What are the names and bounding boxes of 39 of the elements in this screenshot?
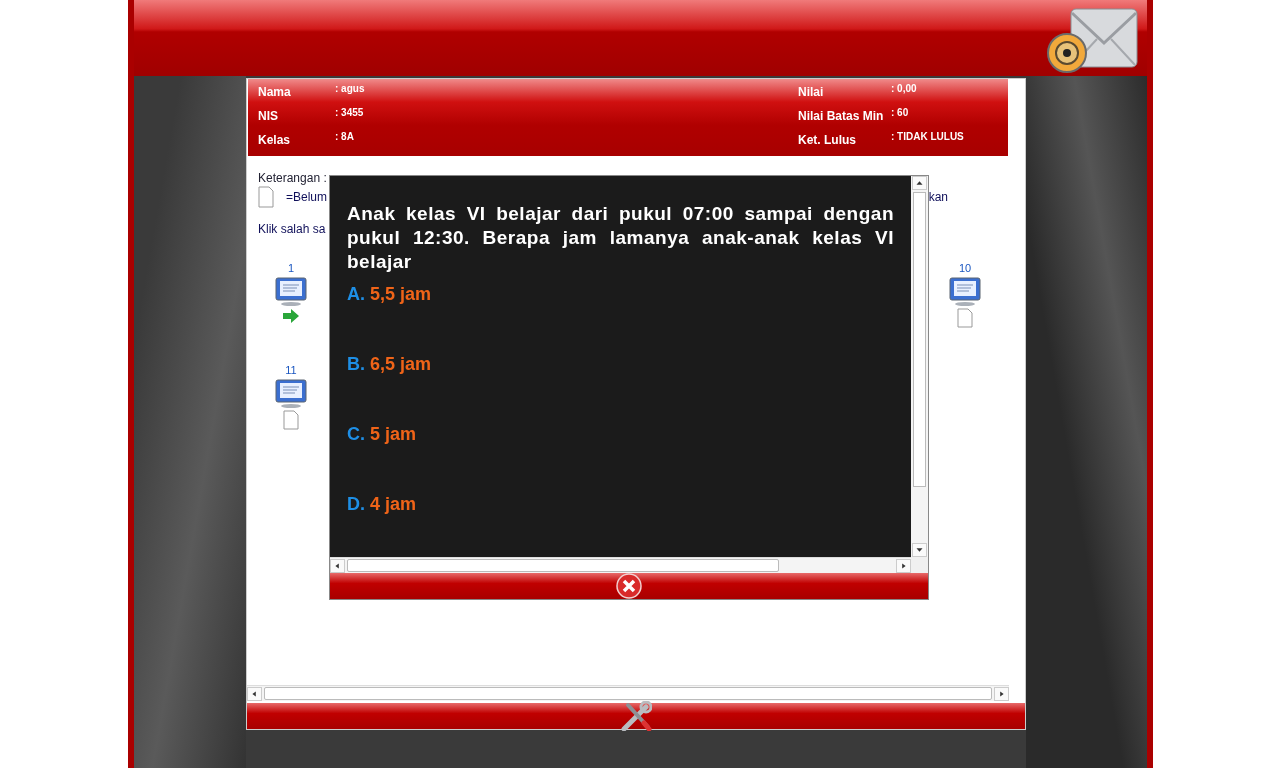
question-number[interactable]: 11: [285, 364, 297, 376]
answer-option[interactable]: D. 4 jam: [347, 494, 417, 514]
field-value: : 60: [891, 107, 909, 120]
field-value: : 8A: [335, 131, 354, 144]
field-value: : 0,00: [891, 83, 917, 96]
field-label: NIS: [258, 108, 279, 125]
horizontal-scrollbar[interactable]: [330, 557, 911, 573]
question-number[interactable]: 1: [287, 262, 295, 274]
vertical-scrollbar[interactable]: [911, 176, 928, 557]
legend-title: Keterangan :: [258, 171, 327, 185]
horizontal-scrollbar[interactable]: [247, 685, 1009, 701]
scroll-right-icon[interactable]: [896, 558, 911, 573]
field-label: Nama: [258, 84, 292, 101]
mail-icon[interactable]: [1045, 5, 1141, 75]
scroll-down-icon[interactable]: [912, 543, 927, 557]
field-label: Nilai: [798, 84, 825, 101]
answer-option[interactable]: C. 5 jam: [347, 424, 417, 444]
legend-label: kan: [928, 190, 948, 204]
computer-icon[interactable]: [273, 276, 309, 306]
instruction-text: Klik salah sa: [258, 222, 326, 236]
field-value: : agus: [335, 83, 365, 96]
question-number[interactable]: 10: [958, 262, 972, 274]
field-label: Ket. Lulus: [798, 132, 857, 149]
scroll-left-icon[interactable]: [330, 558, 345, 573]
scroll-up-icon[interactable]: [912, 176, 927, 190]
field-label: Nilai Batas Min: [798, 108, 885, 125]
answer-option[interactable]: A. 5,5 jam: [347, 284, 432, 304]
scroll-left-icon[interactable]: [247, 686, 262, 701]
tools-icon[interactable]: [620, 701, 652, 731]
field-label: Kelas: [258, 132, 292, 149]
legend-label: =Belum: [286, 190, 328, 204]
scroll-right-icon[interactable]: [994, 686, 1009, 701]
answer-option[interactable]: B. 6,5 jam: [347, 354, 432, 374]
computer-icon[interactable]: [273, 378, 309, 408]
computer-icon[interactable]: [947, 276, 983, 306]
close-icon[interactable]: [616, 573, 642, 599]
question-text: Anak kelas VI belajar dari pukul 07:00 sampai dengan pukul 12:30. Berapa jam lamanya anak-anak kelas VI belajar: [347, 202, 894, 274]
field-value: : 3455: [335, 107, 364, 120]
field-value: : TIDAK LULUS: [891, 131, 964, 144]
